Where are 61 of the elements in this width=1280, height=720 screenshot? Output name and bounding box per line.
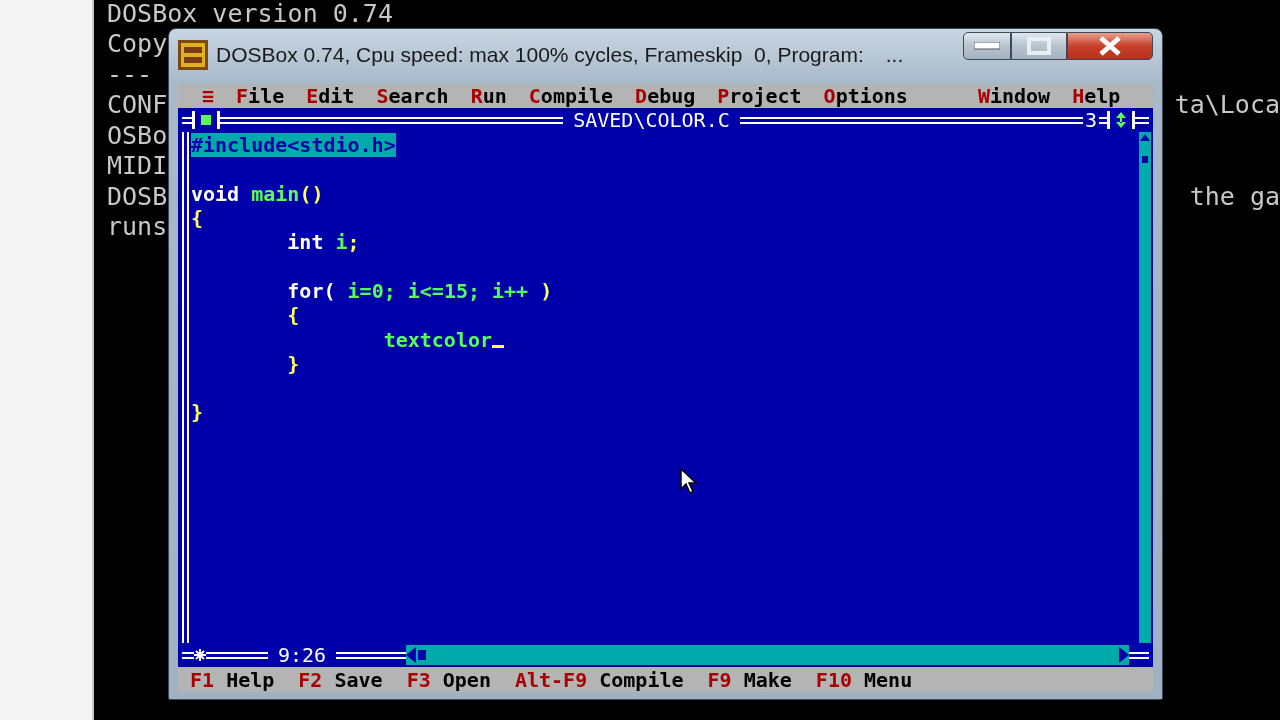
shortcut-item[interactable]: F9 Make (707, 667, 792, 692)
frame-border (1099, 116, 1107, 124)
maximize-icon (1027, 37, 1051, 55)
menu-item[interactable]: File (236, 84, 285, 108)
console-text: CONF (107, 90, 168, 120)
menu-item[interactable]: Debug (635, 84, 696, 108)
window-number: 3 (1083, 108, 1098, 132)
app-logo-icon (178, 39, 208, 70)
frame-border (182, 651, 194, 659)
code-line: } (191, 400, 204, 425)
horizontal-scrollbar[interactable] (406, 645, 1129, 665)
console-text: DOSB (107, 181, 168, 211)
menu-item[interactable]: Window (977, 84, 1051, 108)
shortcut-item[interactable]: F10 Menu (815, 667, 913, 692)
frame-border (206, 651, 268, 659)
frame-border (336, 651, 407, 659)
code-line: } (286, 351, 300, 376)
scroll-arrow-icon (1140, 134, 1150, 164)
frame-border (182, 116, 192, 124)
mouse-pointer-icon (680, 468, 698, 494)
close-button[interactable] (1067, 32, 1153, 60)
console-text: --- (107, 59, 153, 89)
console-text: Copy (107, 29, 168, 59)
code-line: textcolor (382, 327, 493, 352)
frame-border (1129, 651, 1149, 659)
shortcut-item[interactable]: F1 Help (190, 667, 275, 692)
menu-item[interactable]: Project (717, 84, 802, 108)
console-text: ta\Loca (1174, 90, 1280, 120)
close-icon (1098, 36, 1122, 56)
code-line: { (191, 206, 204, 231)
star-icon (194, 649, 206, 661)
code-line: void main() (191, 181, 324, 206)
code-line: int i; (286, 230, 360, 255)
shortcut-item[interactable]: F2 Save (298, 667, 383, 692)
menu-item[interactable]: Help (1072, 84, 1121, 108)
console-text: the ga (1189, 181, 1280, 211)
menu-item[interactable]: Edit (306, 84, 355, 108)
menu-item[interactable]: Options (823, 84, 908, 108)
code-line: for( i=0; i<=15; i++ ) (286, 278, 553, 303)
console-text: runs (107, 212, 168, 242)
console-text: DOSBox version 0.74 (107, 0, 393, 28)
shortcut-item[interactable]: F3 Open (406, 667, 491, 692)
menu-item[interactable]: Compile (528, 84, 614, 108)
vertical-scrollbar[interactable] (1139, 132, 1151, 643)
menu-item[interactable]: Search (376, 84, 449, 108)
minimize-button[interactable] (963, 32, 1011, 60)
resize-arrows-icon[interactable] (1107, 111, 1135, 129)
window-title-overflow: ... (885, 42, 904, 67)
file-name: SAVED\COLOR.C (572, 108, 731, 132)
frame-border (1135, 116, 1149, 124)
console-text: OSBo (107, 120, 168, 150)
minimize-icon (974, 42, 1000, 50)
close-box-icon[interactable] (192, 111, 220, 129)
maximize-button[interactable] (1011, 32, 1067, 60)
window-title: DOSBox 0.74, Cpu speed: max 100% cycles, Frameskip 0, Program: (216, 42, 864, 67)
shortcut-item[interactable]: Alt-F9 Compile (514, 667, 684, 692)
console-text: MIDI (107, 151, 168, 181)
code-line: { (286, 303, 300, 328)
menu-item[interactable]: Run (470, 84, 507, 108)
menu-item[interactable]: ≡ (202, 84, 215, 108)
cursor-position: 9:26 (277, 643, 328, 667)
